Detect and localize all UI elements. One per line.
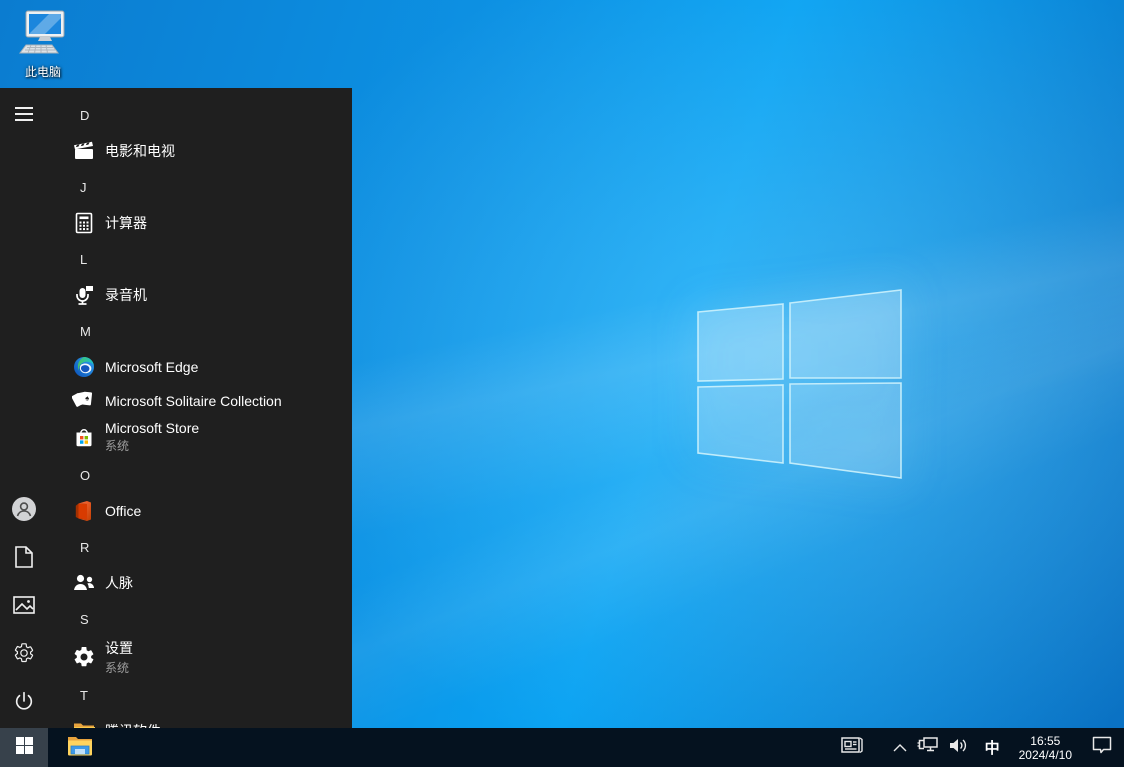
ime-mode-indicator: 中 xyxy=(979,737,1006,758)
this-pc-icon xyxy=(19,43,67,60)
start-menu-app[interactable]: 录音机 xyxy=(48,278,352,312)
section-letter-label: O xyxy=(80,468,90,483)
start-menu-section-letter[interactable]: M xyxy=(48,312,352,350)
news-button[interactable] xyxy=(832,728,872,767)
start-menu-app[interactable]: Microsoft Edge xyxy=(48,350,352,384)
app-label: 人脉 xyxy=(105,573,133,593)
start-menu-app[interactable]: 电影和电视 xyxy=(48,134,352,168)
section-letter-label: T xyxy=(80,688,88,703)
network-icon xyxy=(917,736,939,759)
start-menu: D 电影和电视 J 计算器 L 录音机 M Microsoft Edge ♠ Micro… xyxy=(0,88,352,728)
start-menu-rail xyxy=(0,88,48,728)
chevron-up-icon xyxy=(893,739,907,757)
clock-time: 16:55 xyxy=(1030,734,1060,748)
file-explorer-icon xyxy=(67,734,93,761)
desktop-icon-this-pc[interactable]: 此电脑 xyxy=(10,8,76,80)
voice-recorder-icon xyxy=(72,283,96,307)
app-label: 计算器 xyxy=(105,213,147,233)
app-label: Microsoft Store xyxy=(105,420,199,436)
app-sublabel: 系统 xyxy=(105,659,133,676)
network-button[interactable] xyxy=(912,728,944,767)
section-letter-label: L xyxy=(80,252,87,267)
start-button[interactable] xyxy=(0,728,48,767)
edge-icon xyxy=(72,355,96,379)
section-letter-label: R xyxy=(80,540,89,555)
app-label: Microsoft Solitaire Collection xyxy=(105,393,282,409)
start-menu-app[interactable]: Office xyxy=(48,494,352,528)
taskbar: 中 16:55 2024/4/10 xyxy=(0,728,1124,767)
folder-icon xyxy=(72,719,96,728)
start-menu-app[interactable]: 人脉 xyxy=(48,566,352,600)
start-menu-app-list: D 电影和电视 J 计算器 L 录音机 M Microsoft Edge ♠ Micro… xyxy=(48,88,352,728)
start-menu-section-letter[interactable]: O xyxy=(48,456,352,494)
taskbar-file-explorer-button[interactable] xyxy=(60,728,100,767)
section-letter-label: D xyxy=(80,108,89,123)
pictures-button[interactable] xyxy=(0,583,48,631)
gear-outline-icon xyxy=(13,642,35,669)
app-label: 设置 xyxy=(105,638,133,658)
app-label: Microsoft Edge xyxy=(105,359,198,375)
start-menu-section-letter[interactable]: J xyxy=(48,168,352,206)
action-center-icon xyxy=(1092,736,1112,760)
app-sublabel: 系统 xyxy=(105,437,199,454)
hamburger-icon xyxy=(14,106,34,127)
settings-gear-icon xyxy=(72,645,96,669)
app-label: 腾讯软件 xyxy=(105,721,161,728)
store-icon xyxy=(72,425,96,449)
solitaire-icon: ♠ xyxy=(72,389,96,413)
windows-logo-icon xyxy=(16,737,33,759)
system-tray: 中 16:55 2024/4/10 xyxy=(832,728,1124,767)
start-menu-app[interactable]: 设置系统 xyxy=(48,638,352,676)
document-icon xyxy=(14,546,34,573)
start-menu-section-letter[interactable]: T xyxy=(48,676,352,714)
people-icon xyxy=(72,571,96,595)
start-menu-expand-button[interactable] xyxy=(0,92,48,140)
section-letter-label: M xyxy=(80,324,91,339)
pictures-icon xyxy=(13,596,35,619)
movies-tv-icon xyxy=(72,139,96,163)
news-icon xyxy=(840,735,864,760)
calculator-icon xyxy=(72,211,96,235)
desktop: 此电脑 xyxy=(0,0,1124,767)
settings-button[interactable] xyxy=(0,631,48,679)
power-icon xyxy=(13,690,35,717)
start-menu-section-letter[interactable]: R xyxy=(48,528,352,566)
user-avatar-icon xyxy=(11,496,37,527)
app-label: 电影和电视 xyxy=(105,141,175,161)
windows-wallpaper-logo xyxy=(690,282,908,486)
hidden-icons-button[interactable] xyxy=(888,728,912,767)
taskbar-clock[interactable]: 16:55 2024/4/10 xyxy=(1011,728,1080,767)
start-menu-section-letter[interactable]: L xyxy=(48,240,352,278)
start-menu-app[interactable]: ♠ Microsoft Solitaire Collection xyxy=(48,384,352,418)
user-account-button[interactable] xyxy=(0,487,48,535)
desktop-icon-label: 此电脑 xyxy=(10,63,76,80)
app-label: Office xyxy=(105,503,141,519)
documents-button[interactable] xyxy=(0,535,48,583)
section-letter-label: J xyxy=(80,180,87,195)
power-button[interactable] xyxy=(0,679,48,727)
start-menu-section-letter[interactable]: D xyxy=(48,96,352,134)
ime-mode-button[interactable]: 中 xyxy=(974,728,1011,767)
start-menu-app[interactable]: Microsoft Store系统 xyxy=(48,418,352,456)
action-center-button[interactable] xyxy=(1080,728,1124,767)
section-letter-label: S xyxy=(80,612,89,627)
office-icon xyxy=(72,499,96,523)
clock-date: 2024/4/10 xyxy=(1019,748,1072,762)
app-label: 录音机 xyxy=(105,285,147,305)
start-menu-section-letter[interactable]: S xyxy=(48,600,352,638)
start-menu-app[interactable]: 计算器 xyxy=(48,206,352,240)
volume-icon xyxy=(949,737,969,759)
start-menu-app[interactable]: 腾讯软件 xyxy=(48,714,352,728)
volume-button[interactable] xyxy=(944,728,974,767)
